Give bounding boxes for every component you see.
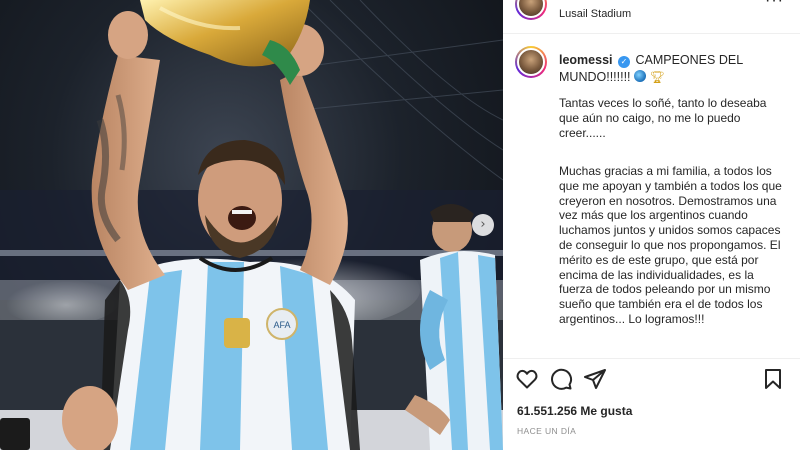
post-side-panel: Lusail Stadium ··· leomessi ✓ CAMPEONES … [503,0,800,450]
caption-paragraph-2: Muchas gracias a mi familia, a todos los… [559,164,782,326]
globe-emoji-icon [634,70,647,82]
location-link[interactable]: Lusail Stadium [559,8,631,20]
paper-plane-icon[interactable] [583,367,607,391]
comment-icon[interactable] [549,367,573,391]
trophy-emoji-icon: 🏆︎ [649,70,665,84]
username-link[interactable]: leomessi [559,53,613,67]
likes-count[interactable]: 61.551.256 Me gusta [517,404,632,418]
post-photo[interactable]: AFA › [0,0,503,450]
heart-icon[interactable] [515,367,539,391]
chevron-right-icon: › [480,217,486,232]
photo-illustration: AFA [0,0,503,450]
svg-text:AFA: AFA [273,320,290,330]
caption-avatar[interactable] [515,46,547,78]
next-slide-button[interactable]: › [472,214,494,236]
header-avatar[interactable] [515,0,547,20]
action-bar [503,358,800,398]
more-options-icon[interactable]: ··· [765,0,784,10]
post-header: Lusail Stadium ··· [503,0,800,34]
bookmark-icon[interactable] [761,367,785,391]
post-timestamp[interactable]: HACE UN DÍA [517,426,576,436]
verified-badge-icon: ✓ [618,56,630,68]
caption-paragraph-1: Tantas veces lo soñé, tanto lo deseaba q… [559,96,767,140]
caption-first-line: leomessi ✓ CAMPEONES DEL MUNDO!!!!!!! 🏆︎ [559,52,787,86]
caption-section: leomessi ✓ CAMPEONES DEL MUNDO!!!!!!! 🏆︎… [503,34,800,354]
